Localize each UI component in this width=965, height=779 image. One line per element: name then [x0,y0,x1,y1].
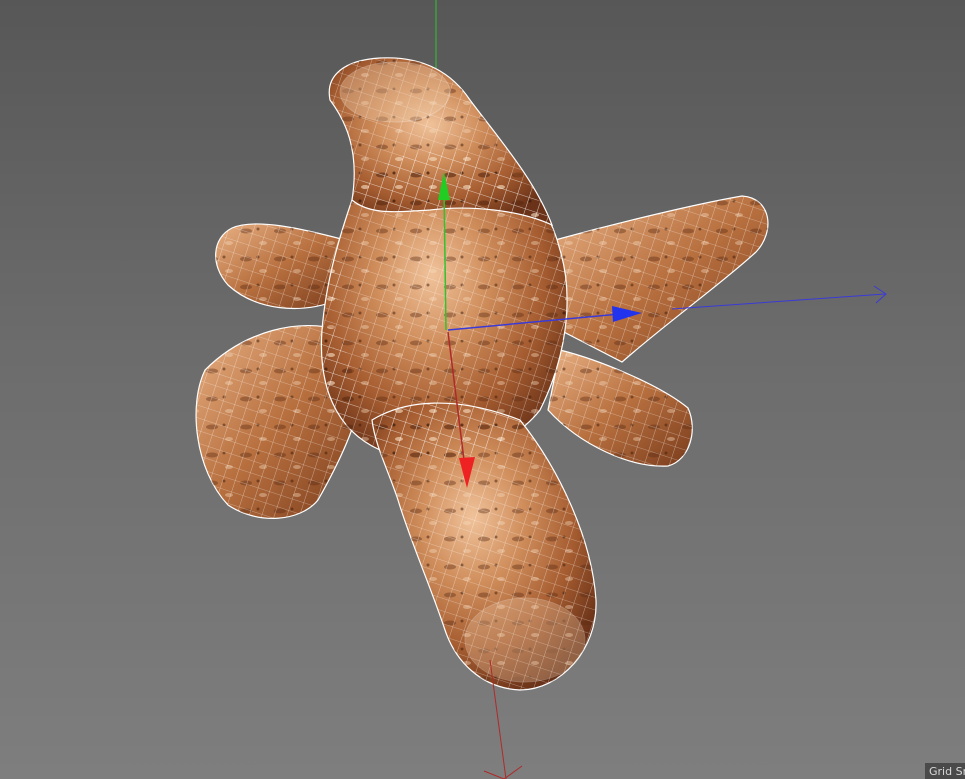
3d-viewport[interactable]: Grid Sn [0,0,965,779]
z-axis-line[interactable] [671,293,886,310]
grid-snap-status[interactable]: Grid Sn [925,763,965,779]
tuber-mesh[interactable] [195,57,769,691]
mesh-cap-top [339,61,451,123]
mesh-wireframe [196,57,768,690]
x-axis-far-arrow-icon [483,765,523,779]
mesh-cap-bottom [464,597,586,683]
viewport-scene[interactable] [0,0,965,779]
